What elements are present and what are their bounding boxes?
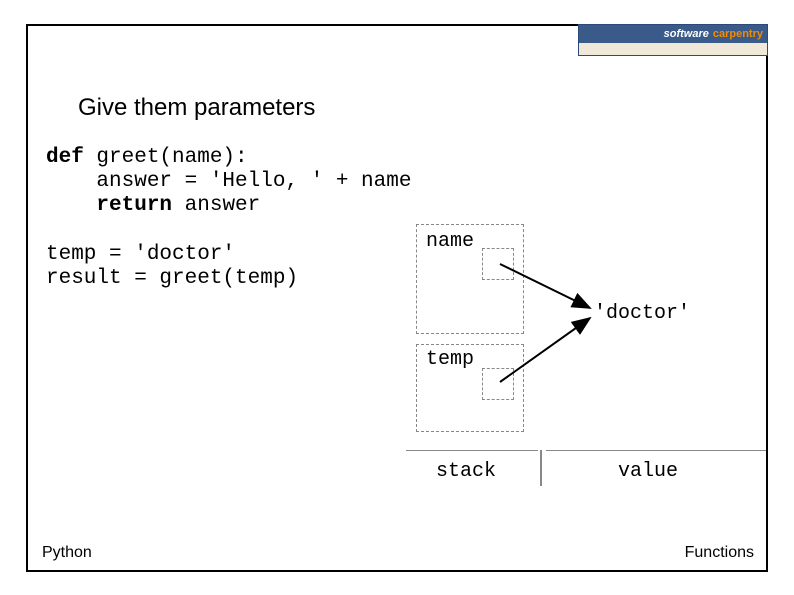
logo-bottom <box>579 43 767 55</box>
hr-value <box>546 450 766 451</box>
col-divider <box>540 450 542 486</box>
code-l6: result = greet(temp) <box>46 267 298 290</box>
label-temp: temp <box>426 348 474 371</box>
kw-return: return <box>96 194 172 217</box>
kw-def: def <box>46 146 84 169</box>
code-l3a <box>46 194 96 217</box>
code-l1b: greet(name): <box>84 146 248 169</box>
code-l2: answer = 'Hello, ' + name <box>46 170 411 193</box>
logo-carpentry: carpentry <box>713 28 763 40</box>
slide-title: Give them parameters <box>78 94 315 122</box>
stack-diagram: name temp 'doctor' stack value <box>406 218 776 498</box>
logo-top: software carpentry <box>579 25 767 43</box>
value-doctor: 'doctor' <box>594 302 690 325</box>
col-value-label: value <box>618 460 678 483</box>
footer-left: Python <box>42 544 92 562</box>
var-temp-cell <box>482 368 514 400</box>
slide-frame: software carpentry Give them parameters … <box>26 24 768 572</box>
hr-stack <box>406 450 538 451</box>
code-l3c: answer <box>172 194 260 217</box>
logo-software: software <box>664 28 709 40</box>
code-l5: temp = 'doctor' <box>46 243 235 266</box>
var-name-cell <box>482 248 514 280</box>
col-stack-label: stack <box>436 460 496 483</box>
code-block: def greet(name): answer = 'Hello, ' + na… <box>46 146 411 291</box>
logo: software carpentry <box>578 24 768 56</box>
label-name: name <box>426 230 474 253</box>
footer-right: Functions <box>685 544 754 562</box>
